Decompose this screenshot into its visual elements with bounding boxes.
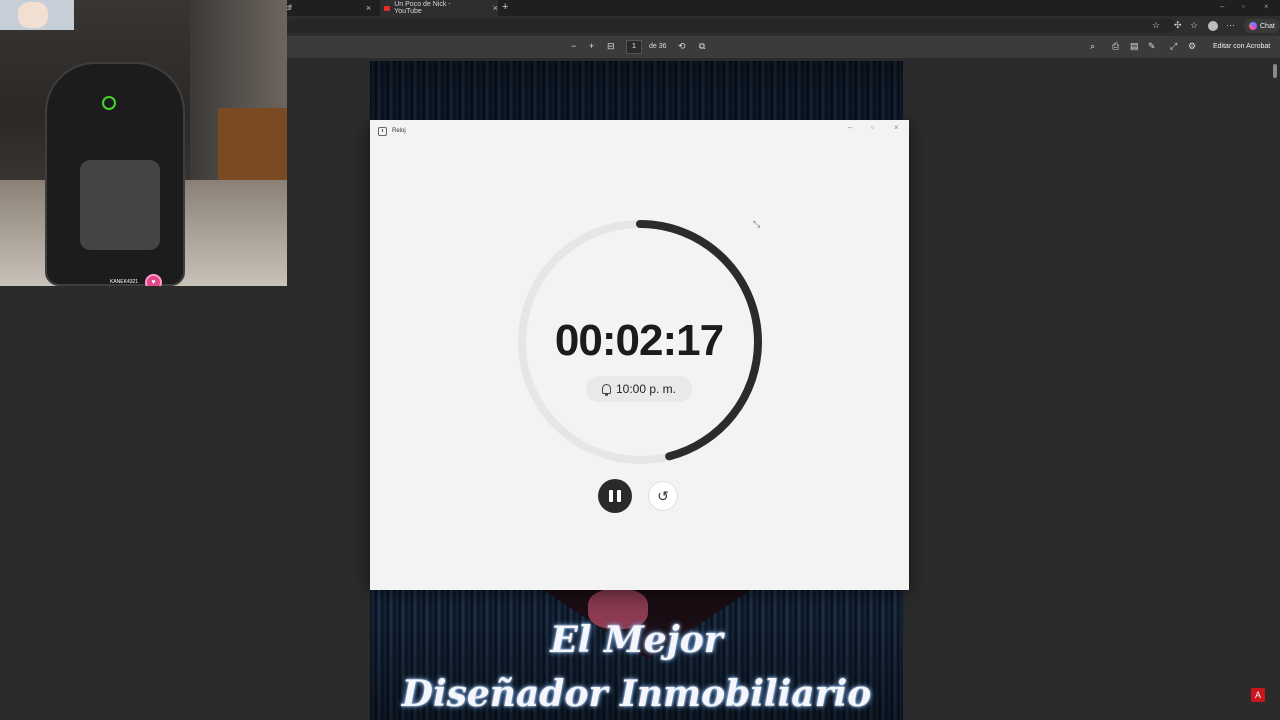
address-input[interactable]: [286, 19, 1176, 33]
close-window-button[interactable]: ×: [894, 123, 899, 132]
pause-icon: [617, 490, 621, 502]
print-icon[interactable]: ⎙: [1112, 41, 1119, 52]
chat-button[interactable]: Chat: [1244, 19, 1280, 33]
bell-icon: [601, 384, 611, 396]
maximize-button[interactable]: ▫: [1242, 2, 1245, 11]
pause-button[interactable]: [598, 479, 632, 513]
save-icon[interactable]: ▤: [1130, 41, 1139, 52]
maximize-button[interactable]: ▫: [871, 123, 874, 132]
page-view-icon[interactable]: ⧉: [699, 41, 705, 52]
pdf-toolbar: − + ⊟ 1 de 36 ⟲ ⧉ ⌕ ⎙ ▤ ✎ ⤢ ⚙ Editar con…: [286, 36, 1280, 58]
scroll-thumb[interactable]: [1273, 64, 1277, 78]
scrollbar[interactable]: [1270, 58, 1280, 720]
zoom-in-button[interactable]: +: [589, 41, 594, 51]
cover-title-line1: El Mejor: [550, 619, 723, 661]
page-count: de 36: [649, 43, 667, 50]
fit-page-icon[interactable]: ⊟: [607, 41, 615, 52]
avatar: [18, 2, 48, 28]
acrobat-icon[interactable]: A: [1251, 688, 1265, 702]
rotate-icon[interactable]: ⟲: [678, 41, 686, 52]
settings-icon[interactable]: ⚙: [1188, 41, 1196, 52]
streamer-name: KANEK4321: [110, 279, 139, 285]
minimize-button[interactable]: –: [848, 123, 852, 132]
close-tab-icon[interactable]: ×: [493, 3, 498, 13]
pause-icon: [609, 490, 613, 502]
zoom-out-button[interactable]: −: [571, 41, 576, 51]
more-menu-icon[interactable]: ⋯: [1226, 20, 1235, 31]
edit-with-acrobat-button[interactable]: Editar con Acrobat: [1213, 43, 1270, 50]
youtube-icon: [384, 5, 391, 11]
cover-title-line2: Diseñador Inmobiliario: [401, 673, 872, 715]
timer-display: 00:02:17: [554, 316, 724, 365]
tab-youtube[interactable]: Un Poco de Nick - YouTube ×: [380, 0, 498, 16]
fullscreen-icon[interactable]: ⤢: [1170, 41, 1177, 52]
copilot-icon: [1249, 22, 1257, 30]
draw-icon[interactable]: ✎: [1148, 41, 1156, 52]
tab-label: Un Poco de Nick - YouTube: [394, 1, 451, 15]
clock-window: Reloj – ▫ × ⤡ 00:02:17 10:00 p. m. ↺: [370, 120, 909, 590]
close-window-button[interactable]: ×: [1264, 2, 1269, 11]
heart-icon: ♥: [145, 274, 162, 286]
title-bar: Reloj: [378, 124, 406, 138]
address-bar-row: ☆ ✣ ☆ ⋯ Chat: [286, 16, 1280, 36]
favorites-icon[interactable]: ☆: [1190, 20, 1198, 31]
new-tab-button[interactable]: +: [502, 1, 508, 13]
page-number-input[interactable]: 1: [626, 40, 642, 54]
search-icon[interactable]: ⌕: [1090, 41, 1095, 52]
alarm-time-badge: 10:00 p. m.: [586, 376, 692, 402]
chair-seat: [80, 160, 160, 250]
reset-button[interactable]: ↺: [648, 481, 678, 511]
profile-avatar[interactable]: [1208, 21, 1218, 31]
webcam-overlay: KANEK4321 ♥: [0, 0, 287, 286]
minimize-button[interactable]: –: [1220, 2, 1224, 11]
extensions-icon[interactable]: ✣: [1174, 20, 1182, 31]
window-title: Reloj: [392, 128, 406, 134]
chat-label: Chat: [1260, 22, 1275, 30]
reset-icon: ↺: [657, 487, 669, 504]
star-icon[interactable]: ☆: [1152, 20, 1160, 31]
razer-logo-icon: [102, 96, 116, 110]
close-tab-icon[interactable]: ×: [366, 3, 371, 13]
avatar-panel: [0, 0, 74, 30]
alarm-time-label: 10:00 p. m.: [615, 382, 677, 396]
clock-app-icon: [378, 126, 387, 136]
tab-pdf[interactable]: df ×: [286, 0, 378, 16]
